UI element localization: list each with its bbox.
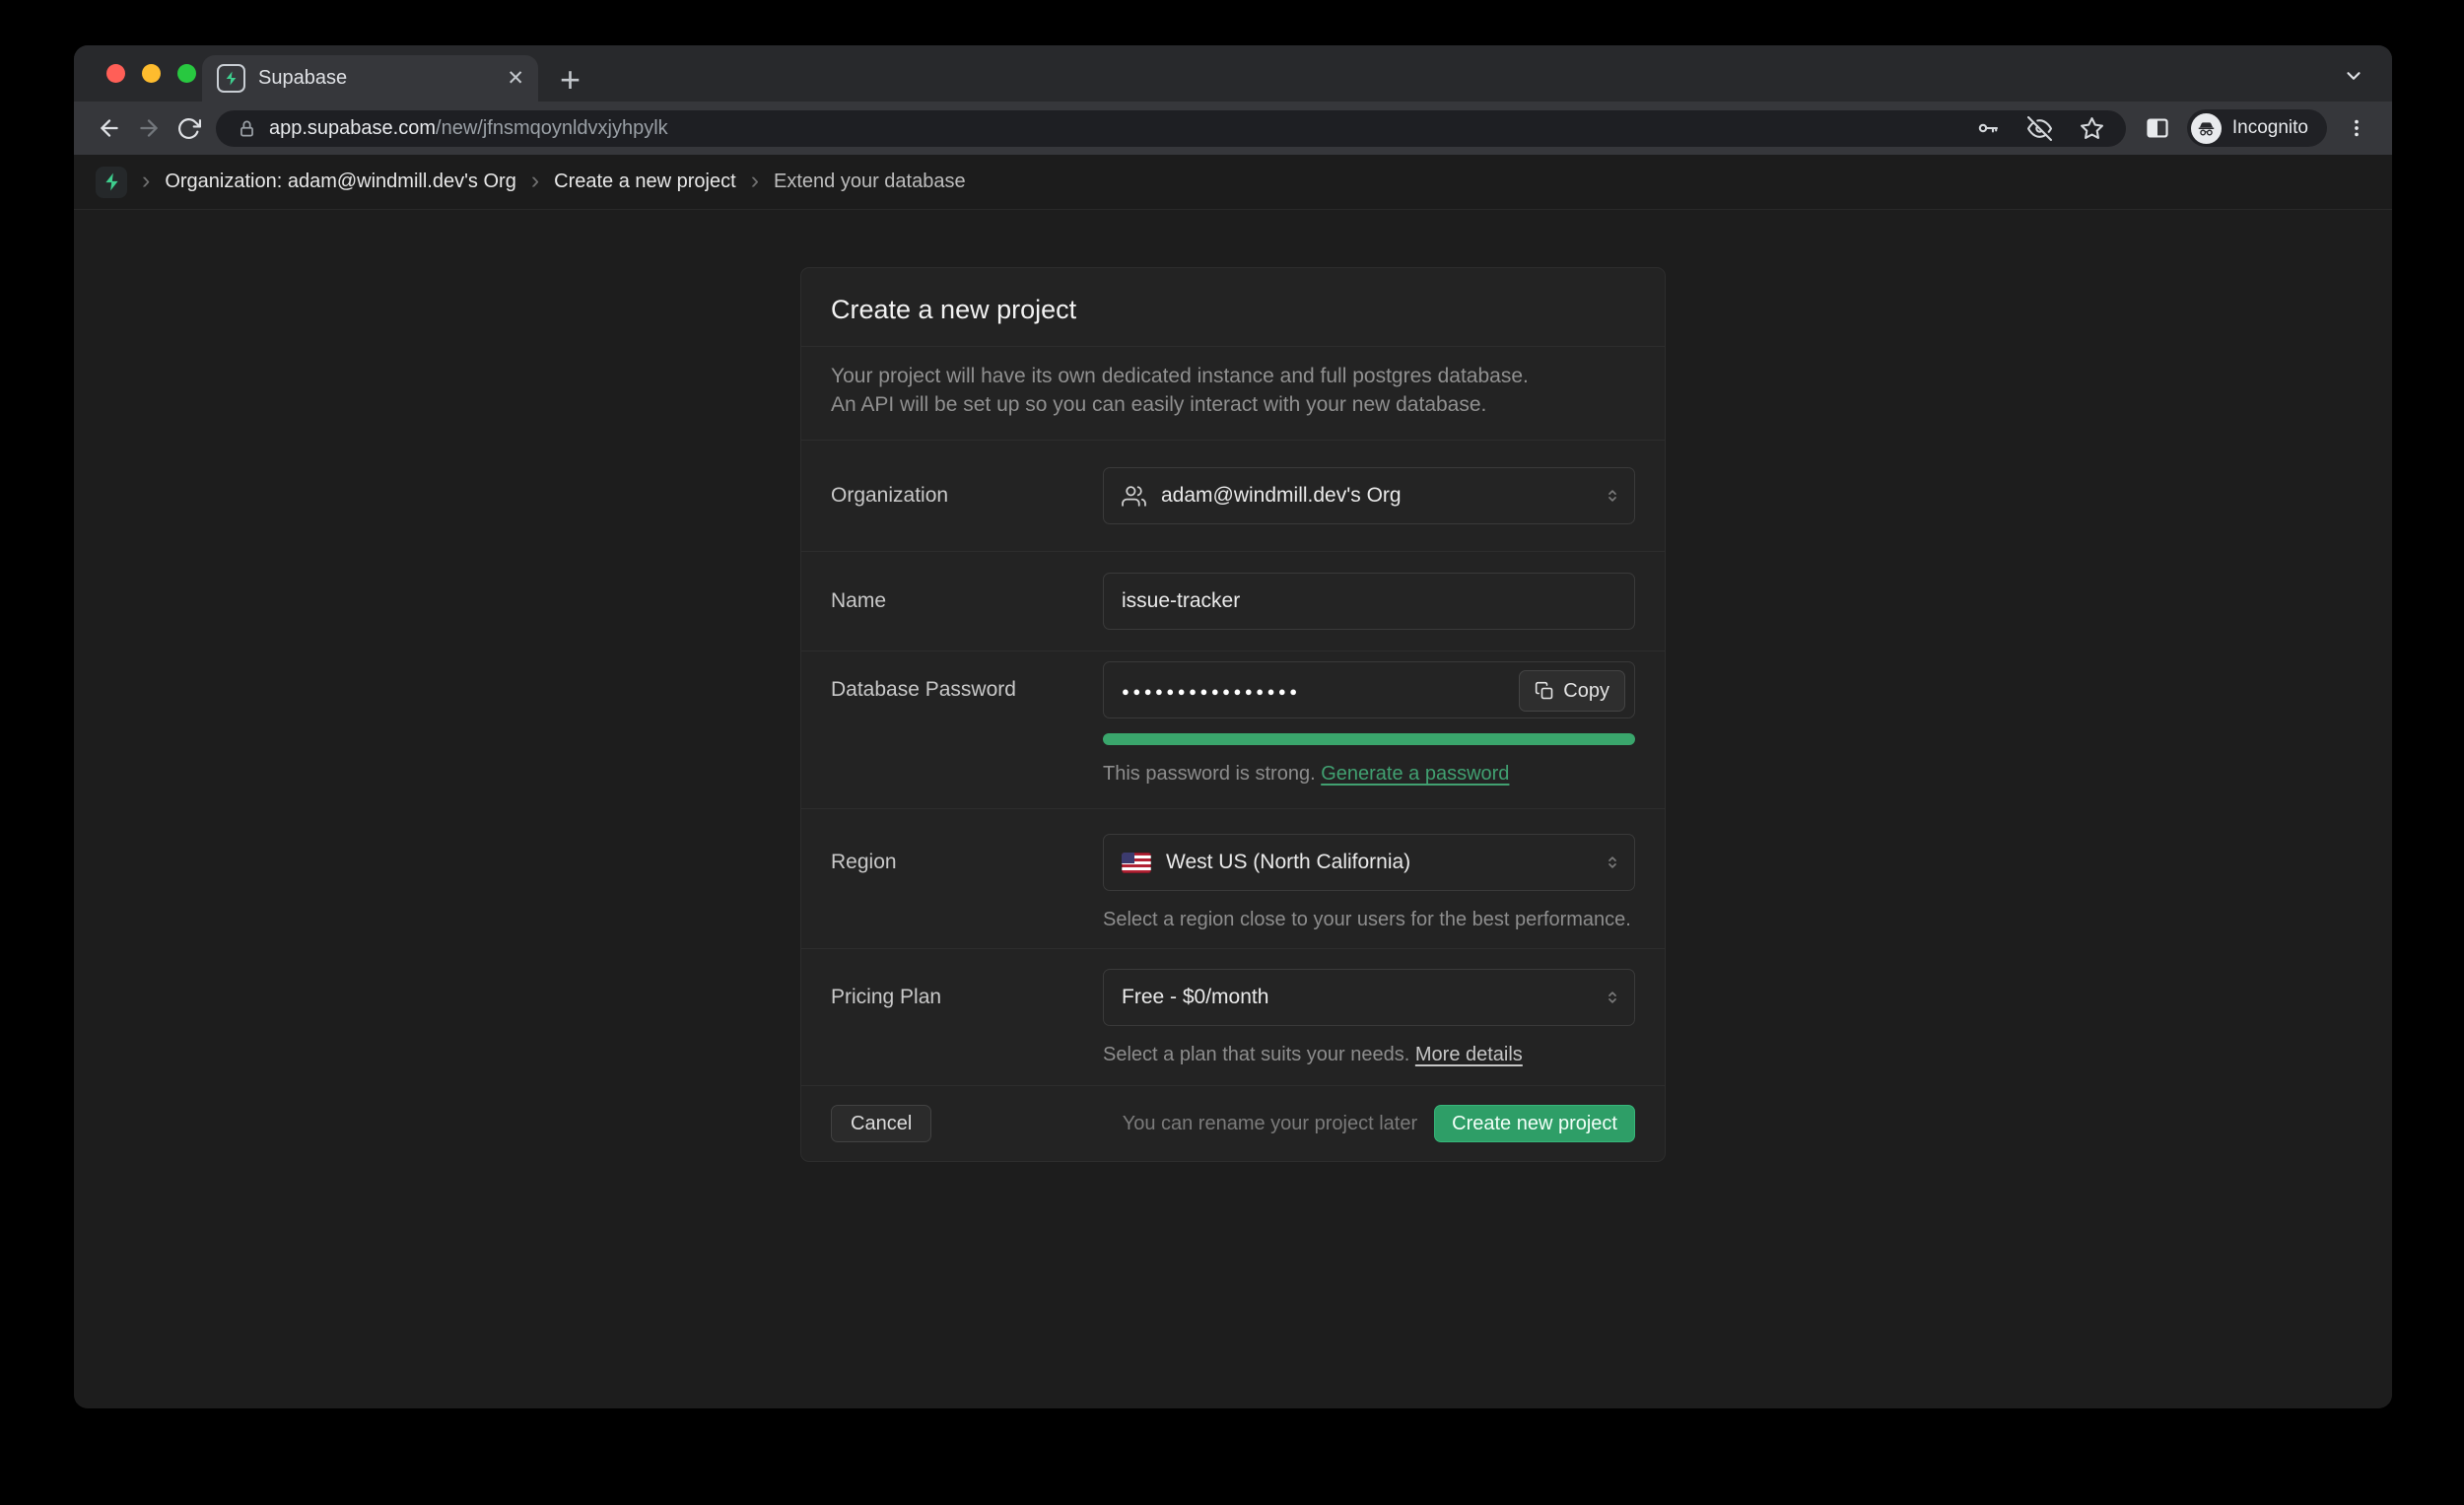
zoom-window-button[interactable] xyxy=(177,64,196,83)
name-row: Name issue-tracker xyxy=(801,551,1665,650)
more-details-link[interactable]: More details xyxy=(1415,1044,1523,1065)
pricing-plan-select[interactable]: Free - $0/month xyxy=(1103,969,1635,1026)
tab-search-chevron-icon[interactable] xyxy=(2343,65,2364,87)
breadcrumb-separator: › xyxy=(531,169,539,196)
breadcrumb: › Organization: adam@windmill.dev's Org … xyxy=(74,155,2392,210)
pricing-plan-row: Pricing Plan Free - $0/month Select a pl… xyxy=(801,948,1665,1085)
url-host: app.supabase.com xyxy=(269,117,436,139)
star-icon[interactable] xyxy=(2080,116,2104,141)
omnibox-actions xyxy=(1976,116,2104,141)
traffic-lights xyxy=(106,45,196,102)
chevrons-up-down-icon xyxy=(1604,487,1621,505)
card-description: Your project will have its own dedicated… xyxy=(801,346,1665,440)
password-strength-bar xyxy=(1103,733,1635,745)
back-button[interactable] xyxy=(90,108,129,148)
password-helper: This password is strong. Generate a pass… xyxy=(1103,762,1635,787)
organization-value: adam@windmill.dev's Org xyxy=(1161,484,1402,508)
new-tab-button[interactable]: + xyxy=(560,65,581,95)
copy-icon xyxy=(1535,681,1554,701)
close-window-button[interactable] xyxy=(106,64,125,83)
tab-close-icon[interactable]: ✕ xyxy=(505,66,526,91)
address-bar[interactable]: app.supabase.com/new/jfnsmqoynldvxjyhpyl… xyxy=(216,110,2126,147)
password-label: Database Password xyxy=(831,661,1103,718)
kebab-menu-icon[interactable] xyxy=(2337,108,2376,148)
us-flag-icon xyxy=(1122,853,1151,873)
incognito-label: Incognito xyxy=(2232,117,2308,139)
region-select[interactable]: West US (North California) xyxy=(1103,834,1635,891)
password-row: Database Password ●●●●●●●●●●●●●●●● Copy … xyxy=(801,650,1665,808)
organization-label: Organization xyxy=(831,467,1103,524)
breadcrumb-item-organization[interactable]: Organization: adam@windmill.dev's Org xyxy=(165,171,515,193)
breadcrumb-separator: › xyxy=(142,169,150,196)
organization-row: Organization adam@windmill.dev's Org xyxy=(801,440,1665,551)
browser-tab-supabase[interactable]: Supabase ✕ xyxy=(202,55,538,102)
reload-button[interactable] xyxy=(169,108,208,148)
chevrons-up-down-icon xyxy=(1604,989,1621,1006)
region-label: Region xyxy=(831,834,1103,891)
name-label: Name xyxy=(831,573,1103,630)
browser-window: Supabase ✕ + app.supabase.com/new/jfnsmq… xyxy=(74,45,2392,1408)
minimize-window-button[interactable] xyxy=(142,64,161,83)
strength-message: This password is strong. xyxy=(1103,763,1316,785)
incognito-avatar-icon xyxy=(2191,113,2222,144)
url-path: /new/jfnsmqoynldvxjyhpylk xyxy=(436,117,668,139)
plan-helper-text: Select a plan that suits your needs. xyxy=(1103,1044,1409,1065)
breadcrumb-separator: › xyxy=(751,169,759,196)
generate-password-link[interactable]: Generate a password xyxy=(1321,763,1509,785)
forward-button[interactable] xyxy=(129,108,169,148)
page-content: Create a new project Your project will h… xyxy=(74,210,2392,1408)
tab-title: Supabase xyxy=(258,67,492,90)
region-helper: Select a region close to your users for … xyxy=(1103,908,1635,932)
copy-password-button[interactable]: Copy xyxy=(1519,670,1625,712)
name-input[interactable]: issue-tracker xyxy=(1103,573,1635,630)
url-text: app.supabase.com/new/jfnsmqoynldvxjyhpyl… xyxy=(269,117,668,140)
password-masked-value: ●●●●●●●●●●●●●●●● xyxy=(1122,682,1301,699)
region-value: West US (North California) xyxy=(1166,851,1410,874)
tab-strip: Supabase ✕ + xyxy=(74,45,2392,102)
supabase-page: › Organization: adam@windmill.dev's Org … xyxy=(74,155,2392,1408)
pricing-plan-helper: Select a plan that suits your needs. Mor… xyxy=(1103,1043,1635,1067)
copy-label: Copy xyxy=(1563,680,1609,703)
card-footer: Cancel You can rename your project later… xyxy=(801,1085,1665,1161)
supabase-favicon-icon xyxy=(217,64,245,93)
name-value: issue-tracker xyxy=(1122,589,1240,613)
description-line-1: Your project will have its own dedicated… xyxy=(831,362,1635,390)
breadcrumb-item-create-project[interactable]: Create a new project xyxy=(554,171,736,193)
key-icon[interactable] xyxy=(1976,116,2000,140)
browser-toolbar: app.supabase.com/new/jfnsmqoynldvxjyhpyl… xyxy=(74,102,2392,155)
supabase-logo-icon[interactable] xyxy=(96,167,127,198)
card-title: Create a new project xyxy=(801,268,1665,346)
breadcrumb-item-extend-database: Extend your database xyxy=(774,171,966,193)
chevrons-up-down-icon xyxy=(1604,854,1621,871)
side-panel-icon[interactable] xyxy=(2138,108,2177,148)
region-row: Region West US (North California) Select… xyxy=(801,808,1665,948)
eye-off-icon[interactable] xyxy=(2027,116,2052,141)
description-line-2: An API will be set up so you can easily … xyxy=(831,390,1635,419)
rename-hint: You can rename your project later xyxy=(1123,1113,1417,1135)
cancel-button[interactable]: Cancel xyxy=(831,1105,931,1142)
lock-icon xyxy=(238,119,256,138)
organization-select[interactable]: adam@windmill.dev's Org xyxy=(1103,467,1635,524)
password-input[interactable]: ●●●●●●●●●●●●●●●● Copy xyxy=(1103,661,1635,718)
pricing-plan-label: Pricing Plan xyxy=(831,969,1103,1026)
create-project-card: Create a new project Your project will h… xyxy=(800,267,1666,1162)
incognito-badge[interactable]: Incognito xyxy=(2187,109,2327,147)
users-icon xyxy=(1122,484,1146,509)
pricing-plan-value: Free - $0/month xyxy=(1122,986,1268,1009)
create-new-project-button[interactable]: Create new project xyxy=(1434,1105,1635,1142)
